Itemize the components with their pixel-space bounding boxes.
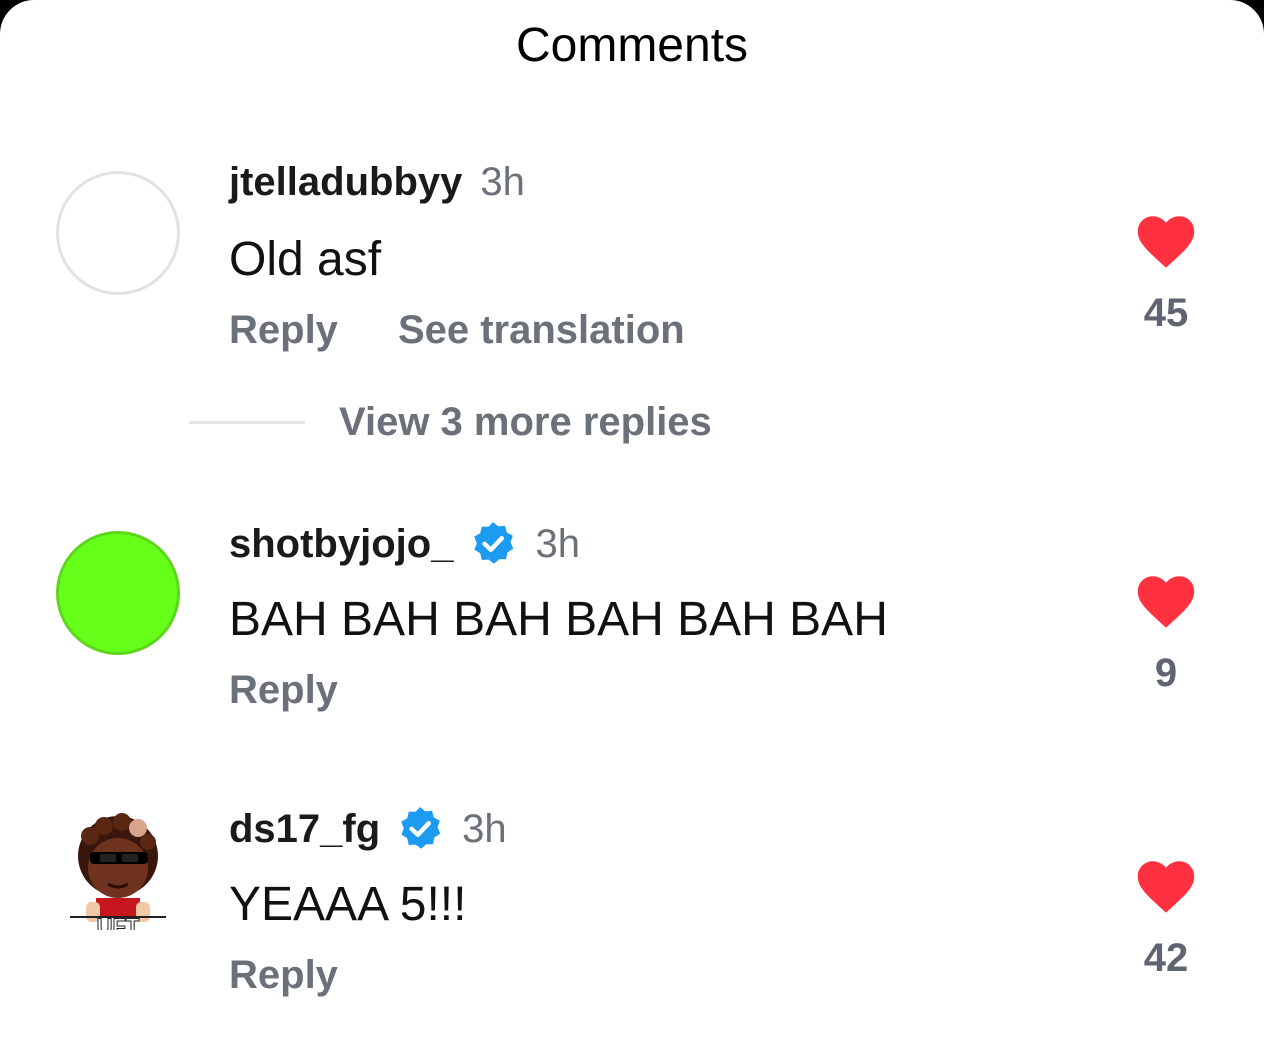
reply-button[interactable]: Reply bbox=[229, 308, 338, 353]
heart-icon bbox=[1137, 216, 1195, 268]
comment-actions: Reply bbox=[229, 668, 338, 713]
heart-icon bbox=[1137, 576, 1195, 628]
view-replies-label: View 3 more replies bbox=[339, 400, 712, 444]
avatar[interactable]: UFT bbox=[56, 806, 180, 940]
like-count: 42 bbox=[1143, 936, 1189, 980]
reply-button[interactable]: Reply bbox=[229, 953, 338, 998]
heart-icon bbox=[1137, 861, 1195, 913]
verified-badge-icon bbox=[474, 522, 514, 564]
reply-button[interactable]: Reply bbox=[229, 668, 338, 713]
comments-sheet: Comments jtelladubbyy 3h Old asf Reply S… bbox=[0, 0, 1264, 1061]
replies-divider bbox=[189, 421, 305, 424]
comment-text: Old asf bbox=[229, 233, 382, 286]
like-control[interactable]: 42 bbox=[1128, 860, 1204, 981]
comment-meta: shotbyjojo_ 3h bbox=[229, 520, 580, 568]
see-translation-button[interactable]: See translation bbox=[398, 308, 685, 353]
avatar[interactable] bbox=[56, 171, 180, 295]
like-control[interactable]: 9 bbox=[1128, 575, 1204, 696]
timestamp: 3h bbox=[535, 521, 580, 566]
timestamp: 3h bbox=[480, 160, 525, 204]
comment-meta: jtelladubbyy 3h bbox=[229, 160, 525, 205]
username[interactable]: shotbyjojo_ bbox=[229, 522, 453, 567]
like-count: 9 bbox=[1154, 651, 1178, 695]
comment-actions: Reply See translation bbox=[229, 308, 685, 353]
comment-meta: ds17_fg 3h bbox=[229, 805, 507, 853]
like-count: 45 bbox=[1143, 291, 1189, 335]
username[interactable]: ds17_fg bbox=[229, 807, 380, 852]
comment-text: BAH BAH BAH BAH BAH BAH bbox=[229, 593, 888, 646]
sheet-title: Comments bbox=[515, 19, 749, 72]
like-control[interactable]: 45 bbox=[1128, 215, 1204, 336]
bitmoji-avatar-icon: UFT bbox=[70, 813, 166, 940]
comment-actions: Reply bbox=[229, 953, 338, 998]
avatar-caption: UFT bbox=[97, 914, 140, 930]
view-replies-button[interactable]: View 3 more replies bbox=[189, 400, 712, 445]
timestamp: 3h bbox=[462, 806, 507, 851]
username[interactable]: jtelladubbyy bbox=[229, 160, 462, 205]
comment-text: YEAAA 5!!! bbox=[229, 878, 467, 931]
verified-badge-icon bbox=[401, 807, 441, 849]
avatar[interactable] bbox=[56, 531, 180, 655]
